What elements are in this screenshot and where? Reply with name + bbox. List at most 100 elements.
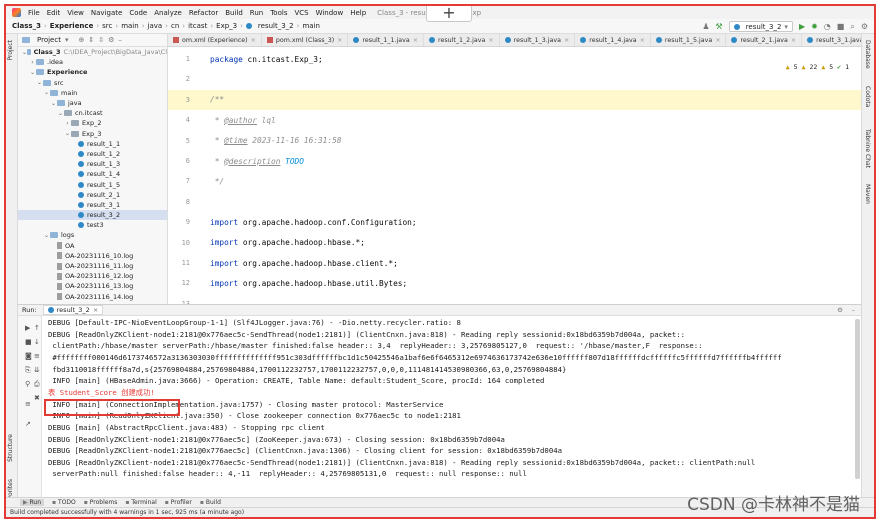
run-configuration-select[interactable]: result_3_2 ▾ bbox=[728, 21, 793, 32]
close-icon[interactable]: × bbox=[413, 37, 418, 44]
down-arrow-icon[interactable]: ↓ bbox=[34, 338, 40, 346]
close-icon[interactable]: × bbox=[488, 37, 493, 44]
close-icon[interactable]: × bbox=[251, 37, 256, 44]
tree-item[interactable]: ⌄ logs bbox=[18, 230, 167, 240]
code-line[interactable]: 4 * @author lql bbox=[168, 110, 861, 130]
soft-wrap-icon[interactable]: ≡ bbox=[34, 352, 40, 360]
breadcrumb-project[interactable]: Class_3 bbox=[12, 22, 41, 30]
tree-item[interactable]: result_3_1 bbox=[18, 200, 167, 210]
menu-view[interactable]: View bbox=[67, 9, 84, 17]
editor-tab[interactable]: result_1_1.java × bbox=[348, 34, 425, 46]
debug-bug-icon[interactable]: ✹ bbox=[811, 22, 818, 32]
stop-icon[interactable]: ■ bbox=[837, 22, 845, 32]
code-line[interactable]: 3 /** bbox=[168, 89, 861, 110]
editor-tab[interactable]: result_1_3.java × bbox=[500, 34, 576, 46]
code-line[interactable]: 2 bbox=[168, 69, 861, 89]
expand-arrow-icon[interactable]: ⌄ bbox=[50, 100, 57, 107]
close-icon[interactable]: × bbox=[791, 37, 796, 44]
editor-tab[interactable]: result_3_1.java× bbox=[802, 34, 861, 46]
editor-tab[interactable]: result_1_2.java × bbox=[424, 34, 500, 46]
menu-analyze[interactable]: Analyze bbox=[154, 9, 182, 17]
gear-icon[interactable]: ⚙ bbox=[837, 306, 843, 314]
tree-item[interactable]: OA-20231116_11.log bbox=[18, 261, 167, 271]
breadcrumb-main[interactable]: main bbox=[121, 22, 139, 30]
tabnine-chat-tool-window-button[interactable]: Tabnine Chat bbox=[864, 129, 871, 168]
code-editor[interactable]: ▲ 5 ▲ 22 ▲ 5 ✔ 1 1 package cn.itcast.Exp_3; 2 3… bbox=[168, 47, 861, 431]
code-line[interactable]: 7 */ bbox=[168, 171, 861, 191]
tree-item[interactable]: ⌄ Exp_3 bbox=[18, 129, 167, 139]
menu-vcs[interactable]: VCS bbox=[294, 9, 308, 17]
tree-item[interactable]: OA-20231116_13.log bbox=[18, 281, 167, 291]
menu-build[interactable]: Build bbox=[225, 9, 243, 17]
code-line[interactable]: 10 import org.apache.hadoop.hbase.*; bbox=[168, 233, 861, 253]
tool-tab-problems[interactable]: ▪ Problems bbox=[84, 499, 118, 506]
breadcrumb-exp3[interactable]: Exp_3 bbox=[216, 22, 237, 30]
database-tool-window-button[interactable]: Database bbox=[864, 40, 871, 69]
expand-arrow-icon[interactable]: ⌄ bbox=[29, 69, 36, 76]
search-icon[interactable]: ⌕ bbox=[850, 22, 854, 32]
codota-tool-window-button[interactable]: Codota bbox=[864, 86, 871, 107]
tree-item[interactable]: ⌄ Experience bbox=[18, 67, 167, 77]
expand-arrow-icon[interactable]: › bbox=[64, 120, 71, 127]
code-line[interactable]: 6 * @description TODO bbox=[168, 151, 861, 171]
tree-item[interactable]: ⌄ cn.itcast bbox=[18, 108, 167, 118]
structure-tool-window-button[interactable]: Structure bbox=[7, 434, 14, 462]
camera-icon[interactable]: ◙ bbox=[25, 352, 32, 360]
tool-tab-run[interactable]: ▶ Run bbox=[20, 499, 45, 506]
menu-tools[interactable]: Tools bbox=[270, 9, 287, 17]
tree-item[interactable]: result_3_2 bbox=[18, 210, 167, 221]
rerun-icon[interactable]: ▶ bbox=[25, 324, 30, 332]
close-icon[interactable]: × bbox=[640, 37, 645, 44]
tree-item[interactable]: result_1_2 bbox=[18, 149, 167, 159]
menu-help[interactable]: Help bbox=[350, 9, 366, 17]
settings-gear-icon[interactable]: ⚙ bbox=[861, 22, 868, 32]
collapse-icon[interactable]: ⇳ bbox=[98, 36, 104, 44]
code-line[interactable]: 12 import org.apache.hadoop.hbase.util.By… bbox=[168, 273, 861, 293]
new-tab-plus-icon[interactable]: + bbox=[426, 6, 472, 22]
console-scrollbar[interactable] bbox=[855, 319, 860, 479]
run-tab[interactable]: result_3_2 × bbox=[42, 305, 104, 315]
code-line[interactable]: 8 bbox=[168, 192, 861, 212]
editor-tab[interactable]: result_2_1.java × bbox=[726, 34, 803, 46]
breadcrumb-cn[interactable]: cn bbox=[171, 22, 179, 30]
tree-item[interactable]: result_1_1 bbox=[18, 139, 167, 149]
menu-navigate[interactable]: Navigate bbox=[91, 9, 122, 17]
up-arrow-icon[interactable]: ↑ bbox=[34, 324, 40, 332]
pin-icon[interactable]: ⚲ bbox=[25, 380, 30, 388]
stop-icon[interactable]: ■ bbox=[25, 338, 32, 346]
user-icon[interactable]: ♟ bbox=[702, 22, 709, 32]
menu-window[interactable]: Window bbox=[316, 9, 344, 17]
breadcrumb-class[interactable]: result_3_2 bbox=[258, 22, 294, 30]
expand-arrow-icon[interactable]: › bbox=[29, 59, 36, 66]
menu-edit[interactable]: Edit bbox=[47, 9, 61, 17]
pin-tab-icon[interactable]: ↗ bbox=[25, 420, 31, 428]
tree-item[interactable]: ⌄ src bbox=[18, 78, 167, 88]
editor-tab[interactable]: result_1_4.java × bbox=[575, 34, 651, 46]
close-icon[interactable]: × bbox=[93, 306, 98, 314]
tree-item[interactable]: OA-20231116_12.log bbox=[18, 271, 167, 281]
close-icon[interactable]: × bbox=[715, 37, 720, 44]
close-icon[interactable]: × bbox=[564, 37, 569, 44]
expand-icon[interactable]: ⇕ bbox=[88, 36, 94, 44]
menu-file[interactable]: File bbox=[28, 9, 40, 17]
expand-arrow-icon[interactable]: ⌄ bbox=[43, 232, 50, 239]
menu-code[interactable]: Code bbox=[129, 9, 147, 17]
tree-item[interactable]: test3 bbox=[18, 220, 167, 230]
code-line[interactable]: 5 * @time 2023-11-16 16:31:58 bbox=[168, 131, 861, 151]
gear-icon[interactable]: ⚙ bbox=[108, 36, 114, 44]
tool-tab-terminal[interactable]: ▪ Terminal bbox=[125, 499, 156, 506]
editor-tab[interactable]: result_1_5.java × bbox=[651, 34, 727, 46]
minimize-icon[interactable]: – bbox=[118, 36, 122, 44]
breadcrumb-method[interactable]: main bbox=[302, 22, 320, 30]
code-line[interactable]: 11 import org.apache.hadoop.hbase.client.… bbox=[168, 253, 861, 273]
project-view-select[interactable]: Project bbox=[37, 36, 61, 44]
editor-tab[interactable]: pom.xml (Class_3) × bbox=[262, 34, 349, 46]
tree-item[interactable]: › .idea bbox=[18, 57, 167, 67]
expand-arrow-icon[interactable]: ⌄ bbox=[57, 110, 64, 117]
tree-item[interactable]: ⌄ java bbox=[18, 98, 167, 108]
restore-layout-icon[interactable]: ⎘ bbox=[25, 366, 31, 375]
tree-item[interactable]: OA bbox=[18, 241, 167, 251]
menu-refactor[interactable]: Refactor bbox=[189, 9, 218, 17]
maven-tool-window-button[interactable]: Maven bbox=[864, 184, 871, 204]
tree-item[interactable]: result_1_3 bbox=[18, 159, 167, 169]
